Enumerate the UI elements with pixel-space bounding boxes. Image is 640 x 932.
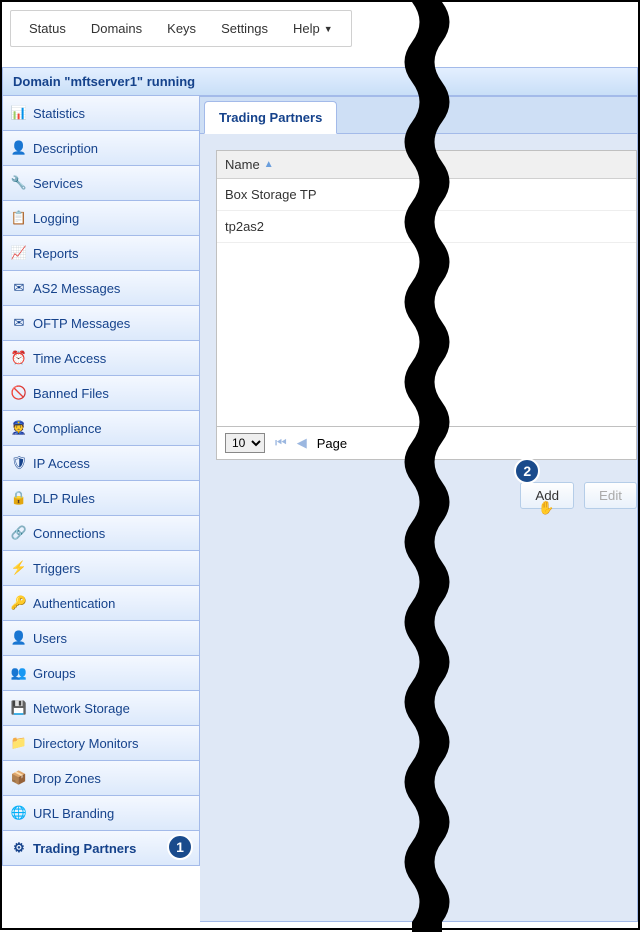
- sidebar-item-connections[interactable]: 🔗 Connections: [2, 516, 200, 551]
- drop-zones-icon: 📦: [11, 770, 27, 786]
- edit-button[interactable]: Edit: [584, 482, 637, 509]
- menu-help[interactable]: Help ▼: [293, 21, 333, 36]
- sidebar-item-groups[interactable]: 👥 Groups: [2, 656, 200, 691]
- sidebar-item-trading-partners[interactable]: ⚙ Trading Partners 1: [2, 831, 200, 866]
- sidebar-item-description[interactable]: 👤 Description: [2, 131, 200, 166]
- sidebar-item-label: Description: [33, 141, 98, 156]
- first-page-icon[interactable]: ⏮: [275, 435, 287, 451]
- sort-asc-icon: ▲: [264, 159, 274, 170]
- sidebar-item-label: Network Storage: [33, 701, 130, 716]
- callout-1: 1: [167, 834, 193, 860]
- banned-files-icon: 🚫: [11, 385, 27, 401]
- network-storage-icon: 💾: [11, 700, 27, 716]
- sidebar-item-label: Directory Monitors: [33, 736, 138, 751]
- menu-settings[interactable]: Settings: [221, 21, 268, 36]
- grid-body: Box Storage TPtp2as2: [217, 179, 636, 426]
- main-panel: Trading Partners Name ▲ Box Storage TPtp…: [200, 96, 638, 922]
- sidebar-item-url-branding[interactable]: 🌐 URL Branding: [2, 796, 200, 831]
- ip-access-icon: 🛡: [11, 455, 27, 471]
- menu-domains[interactable]: Domains: [91, 21, 142, 36]
- content-area: 📊 Statistics 👤 Description 🔧 Services 📋 Logging…: [2, 96, 638, 922]
- sidebar-item-reports[interactable]: 📈 Reports: [2, 236, 200, 271]
- sidebar-item-logging[interactable]: 📋 Logging: [2, 201, 200, 236]
- directory-monitors-icon: 📁: [11, 735, 27, 751]
- sidebar-item-label: Groups: [33, 666, 76, 681]
- sidebar: 📊 Statistics 👤 Description 🔧 Services 📋 Logging…: [2, 96, 200, 922]
- time-access-icon: ⏰: [11, 350, 27, 366]
- top-menu: Status Domains Keys Settings Help ▼: [10, 10, 352, 47]
- sidebar-item-as2-messages[interactable]: ✉ AS2 Messages: [2, 271, 200, 306]
- sidebar-item-label: URL Branding: [33, 806, 114, 821]
- sidebar-item-compliance[interactable]: 👮 Compliance: [2, 411, 200, 446]
- compliance-icon: 👮: [11, 420, 27, 436]
- sidebar-item-label: Connections: [33, 526, 105, 541]
- triggers-icon: ⚡: [11, 560, 27, 576]
- sidebar-item-label: Triggers: [33, 561, 80, 576]
- sidebar-item-label: Services: [33, 176, 83, 191]
- sidebar-item-dlp-rules[interactable]: 🔒 DLP Rules: [2, 481, 200, 516]
- cursor-icon: ✋: [538, 500, 554, 516]
- table-row[interactable]: tp2as2: [217, 211, 636, 243]
- dlp-rules-icon: 🔒: [11, 490, 27, 506]
- sidebar-item-users[interactable]: 👤 Users: [2, 621, 200, 656]
- tab-strip: Trading Partners: [200, 97, 637, 134]
- sidebar-item-label: Authentication: [33, 596, 115, 611]
- sidebar-item-services[interactable]: 🔧 Services: [2, 166, 200, 201]
- table-row[interactable]: Box Storage TP: [217, 179, 636, 211]
- sidebar-item-drop-zones[interactable]: 📦 Drop Zones: [2, 761, 200, 796]
- grid-panel: Name ▲ Box Storage TPtp2as2 10 ⏮ ◀ Page: [216, 150, 637, 460]
- menu-keys[interactable]: Keys: [167, 21, 196, 36]
- sidebar-item-label: Time Access: [33, 351, 106, 366]
- sidebar-item-label: IP Access: [33, 456, 90, 471]
- statistics-icon: 📊: [11, 105, 27, 121]
- tab-trading-partners[interactable]: Trading Partners: [204, 101, 337, 134]
- groups-icon: 👥: [11, 665, 27, 681]
- sidebar-item-label: Statistics: [33, 106, 85, 121]
- sidebar-item-label: Banned Files: [33, 386, 109, 401]
- sidebar-item-label: Reports: [33, 246, 79, 261]
- sidebar-item-ip-access[interactable]: 🛡 IP Access: [2, 446, 200, 481]
- sidebar-item-label: Logging: [33, 211, 79, 226]
- sidebar-item-triggers[interactable]: ⚡ Triggers: [2, 551, 200, 586]
- description-icon: 👤: [11, 140, 27, 156]
- sidebar-item-authentication[interactable]: 🔑 Authentication: [2, 586, 200, 621]
- logging-icon: 📋: [11, 210, 27, 226]
- sidebar-item-statistics[interactable]: 📊 Statistics: [2, 96, 200, 131]
- sidebar-item-label: Compliance: [33, 421, 102, 436]
- sidebar-item-label: AS2 Messages: [33, 281, 120, 296]
- page-size-select[interactable]: 10: [225, 433, 265, 453]
- reports-icon: 📈: [11, 245, 27, 261]
- pager: 10 ⏮ ◀ Page: [217, 426, 636, 459]
- sidebar-item-oftp-messages[interactable]: ✉ OFTP Messages: [2, 306, 200, 341]
- url-branding-icon: 🌐: [11, 805, 27, 821]
- sidebar-item-label: Users: [33, 631, 67, 646]
- services-icon: 🔧: [11, 175, 27, 191]
- sidebar-item-time-access[interactable]: ⏰ Time Access: [2, 341, 200, 376]
- sidebar-item-directory-monitors[interactable]: 📁 Directory Monitors: [2, 726, 200, 761]
- chevron-down-icon: ▼: [324, 24, 333, 34]
- sidebar-item-label: DLP Rules: [33, 491, 95, 506]
- menu-status[interactable]: Status: [29, 21, 66, 36]
- as2-messages-icon: ✉: [11, 280, 27, 296]
- connections-icon: 🔗: [11, 525, 27, 541]
- sidebar-item-label: Trading Partners: [33, 841, 136, 856]
- action-buttons: 2 Add ✋ Edit: [216, 482, 637, 509]
- page-label: Page: [317, 436, 347, 451]
- users-icon: 👤: [11, 630, 27, 646]
- prev-page-icon[interactable]: ◀: [297, 435, 307, 451]
- sidebar-item-label: OFTP Messages: [33, 316, 130, 331]
- callout-2: 2: [514, 458, 540, 484]
- grid-header-name[interactable]: Name ▲: [217, 151, 636, 179]
- sidebar-item-label: Drop Zones: [33, 771, 101, 786]
- authentication-icon: 🔑: [11, 595, 27, 611]
- sidebar-item-banned-files[interactable]: 🚫 Banned Files: [2, 376, 200, 411]
- sidebar-item-network-storage[interactable]: 💾 Network Storage: [2, 691, 200, 726]
- trading-partners-icon: ⚙: [11, 840, 27, 856]
- domain-status-bar: Domain "mftserver1" running: [2, 67, 638, 96]
- oftp-messages-icon: ✉: [11, 315, 27, 331]
